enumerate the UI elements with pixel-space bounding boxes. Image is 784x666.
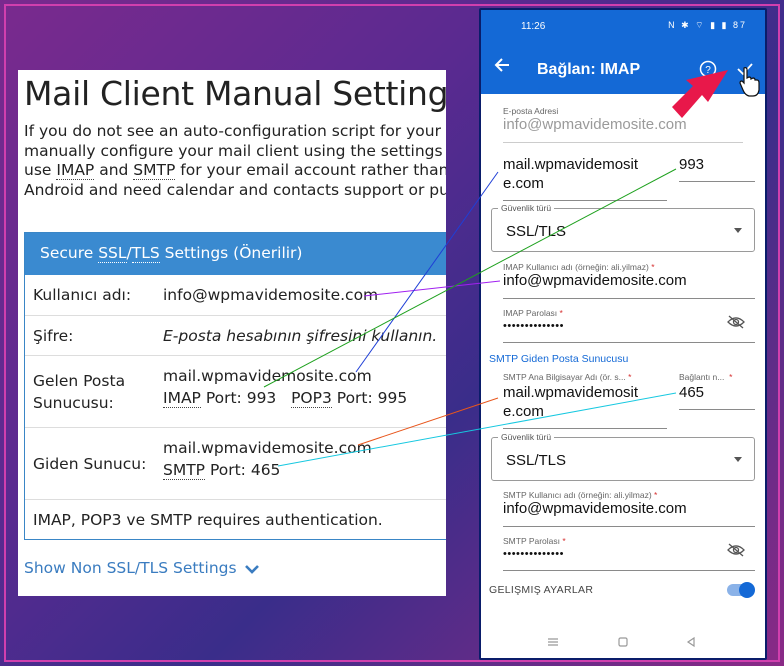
email-value: info@wpmavidemosite.com xyxy=(503,116,687,133)
phone-frame: 11:26 N ✱ ⌔ ▮ ▮ 87 Bağlan: IMAP ? E-post… xyxy=(479,8,767,660)
incoming-ports: IMAP Port: 993 POP3 Port: 995 xyxy=(163,389,408,408)
incoming-server-line-1: mail.wpmavidemosit xyxy=(503,156,639,173)
smtp-password-field[interactable]: SMTP Parolası * •••••••••••••• xyxy=(503,536,755,572)
app-bar-title: Bağlan: IMAP xyxy=(537,61,641,78)
smtp-username-value: info@wpmavidemosite.com xyxy=(503,500,687,517)
incoming-label-2: Sunucusu: xyxy=(33,394,114,412)
eye-off-icon[interactable] xyxy=(726,542,746,558)
email-label: E-posta Adresi xyxy=(503,106,559,116)
auth-note: IMAP, POP3 ve SMTP requires authenticati… xyxy=(33,511,383,529)
caret-down-icon xyxy=(734,457,742,462)
help-icon[interactable]: ? xyxy=(699,60,717,78)
smtp-port-field[interactable]: Bağlantı n... * 465 xyxy=(679,372,755,416)
imap-password-label: IMAP Parolası * xyxy=(503,308,563,318)
password-value: E-posta hesabının şifresini kullanın. xyxy=(163,327,438,345)
page-title: Mail Client Manual Settings xyxy=(24,74,446,113)
username-row: Kullanıcı adı: info@wpmavidemosite.com xyxy=(25,275,446,315)
incoming-server-field[interactable]: mail.wpmavidemosit e.com xyxy=(503,156,667,202)
intro-text: If you do not see an auto-configuration … xyxy=(24,122,446,200)
back-arrow-icon[interactable] xyxy=(491,54,513,76)
eye-off-icon[interactable] xyxy=(726,314,746,330)
password-label: Şifre: xyxy=(33,327,74,345)
home-nav-icon[interactable] xyxy=(617,636,629,648)
smtp-security-type-label: Güvenlik türü xyxy=(498,432,555,442)
security-type-value: SSL/TLS xyxy=(506,223,567,240)
username-value[interactable]: info@wpmavidemosite.com xyxy=(163,284,378,306)
status-time: 11:26 xyxy=(521,21,546,32)
website-panel: Mail Client Manual Settings If you do no… xyxy=(18,70,446,596)
smtp-port-value: 465 xyxy=(679,384,705,401)
imap-username-label: IMAP Kullanıcı adı (örneğin: ali.yilmaz)… xyxy=(503,262,655,272)
smtp-security-type-select[interactable]: Güvenlik türü SSL/TLS xyxy=(491,432,755,481)
smtp-password-value: •••••••••••••• xyxy=(503,548,564,560)
incoming-server-row: Gelen Posta Sunucusu: mail.wpmavidemosit… xyxy=(25,355,446,427)
outgoing-server-row: Giden Sunucu: mail.wpmavidemosite.com SM… xyxy=(25,427,446,499)
smtp-abbr: SMTP xyxy=(133,161,176,180)
smtp-security-type-value: SSL/TLS xyxy=(506,452,567,469)
smtp-username-label: SMTP Kullanıcı adı (örneğin: ali.yilmaz)… xyxy=(503,490,658,500)
smtp-host-line-1: mail.wpmavidemosit xyxy=(503,384,639,401)
security-type-select[interactable]: Güvenlik türü SSL/TLS xyxy=(491,203,755,252)
incoming-label-1: Gelen Posta xyxy=(33,372,126,390)
smtp-password-label: SMTP Parolası * xyxy=(503,536,566,546)
imap-password-value: •••••••••••••• xyxy=(503,320,564,332)
outgoing-host[interactable]: mail.wpmavidemosite.com xyxy=(163,437,372,459)
imap-username-value: info@wpmavidemosite.com xyxy=(503,272,687,289)
imap-password-field[interactable]: IMAP Parolası * •••••••••••••• xyxy=(503,308,755,344)
username-label: Kullanıcı adı: xyxy=(33,286,132,304)
imap-abbr: IMAP xyxy=(56,161,95,180)
incoming-port-value: 993 xyxy=(679,156,705,173)
intro-line-1: If you do not see an auto-configuration … xyxy=(24,122,446,140)
status-bar: 11:26 N ✱ ⌔ ▮ ▮ 87 xyxy=(481,10,765,40)
advanced-settings-label: GELIŞMIŞ AYARLAR xyxy=(489,584,594,596)
advanced-settings-toggle[interactable] xyxy=(727,582,755,598)
incoming-server-line-2: e.com xyxy=(503,175,544,192)
svg-text:?: ? xyxy=(705,65,711,76)
intro-line-4: Android and need calendar and contacts s… xyxy=(24,180,446,199)
intro-line-3: use IMAP and SMTP for your email account… xyxy=(24,161,446,180)
smtp-host-label: SMTP Ana Bilgisayar Adı (ör. s... * xyxy=(503,372,632,382)
email-field[interactable]: E-posta Adresi info@wpmavidemosite.com xyxy=(503,106,743,146)
smtp-username-field[interactable]: SMTP Kullanıcı adı (örneğin: ali.yilmaz)… xyxy=(503,490,755,530)
incoming-port-field[interactable]: 993 xyxy=(679,156,755,192)
smtp-host-field[interactable]: SMTP Ana Bilgisayar Adı (ör. s... * mail… xyxy=(503,372,667,430)
android-nav-bar xyxy=(481,628,765,658)
intro-line-2: manually configure your mail client usin… xyxy=(24,141,446,160)
outgoing-port: SMTP Port: 465 xyxy=(163,461,281,480)
check-icon[interactable] xyxy=(737,62,753,76)
smtp-host-line-2: e.com xyxy=(503,403,544,420)
show-non-ssl-link[interactable]: Show Non SSL/TLS Settings xyxy=(24,559,260,577)
smtp-port-label: Bağlantı n... * xyxy=(679,372,733,382)
secure-settings-card: Secure SSL/TLS Settings (Önerilir) Kulla… xyxy=(24,232,446,540)
auth-note-row: IMAP, POP3 ve SMTP requires authenticati… xyxy=(25,499,446,539)
incoming-host[interactable]: mail.wpmavidemosite.com xyxy=(163,365,372,387)
password-row: Şifre: E-posta hesabının şifresini kulla… xyxy=(25,315,446,355)
chevron-down-icon xyxy=(244,564,259,574)
phone-screen: 11:26 N ✱ ⌔ ▮ ▮ 87 Bağlan: IMAP ? E-post… xyxy=(481,10,765,658)
smtp-section-title: SMTP Giden Posta Sunucusu xyxy=(489,353,629,365)
caret-down-icon xyxy=(734,228,742,233)
outgoing-label: Giden Sunucu: xyxy=(33,455,147,473)
app-bar: Bağlan: IMAP ? xyxy=(481,40,765,94)
menu-nav-icon[interactable] xyxy=(547,636,559,648)
back-nav-icon[interactable] xyxy=(685,636,697,648)
security-type-label: Güvenlik türü xyxy=(498,203,555,213)
card-header: Secure SSL/TLS Settings (Önerilir) xyxy=(25,233,446,275)
status-icons: N ✱ ⌔ ▮ ▮ 87 xyxy=(668,20,747,30)
imap-username-field[interactable]: IMAP Kullanıcı adı (örneğin: ali.yilmaz)… xyxy=(503,262,755,302)
